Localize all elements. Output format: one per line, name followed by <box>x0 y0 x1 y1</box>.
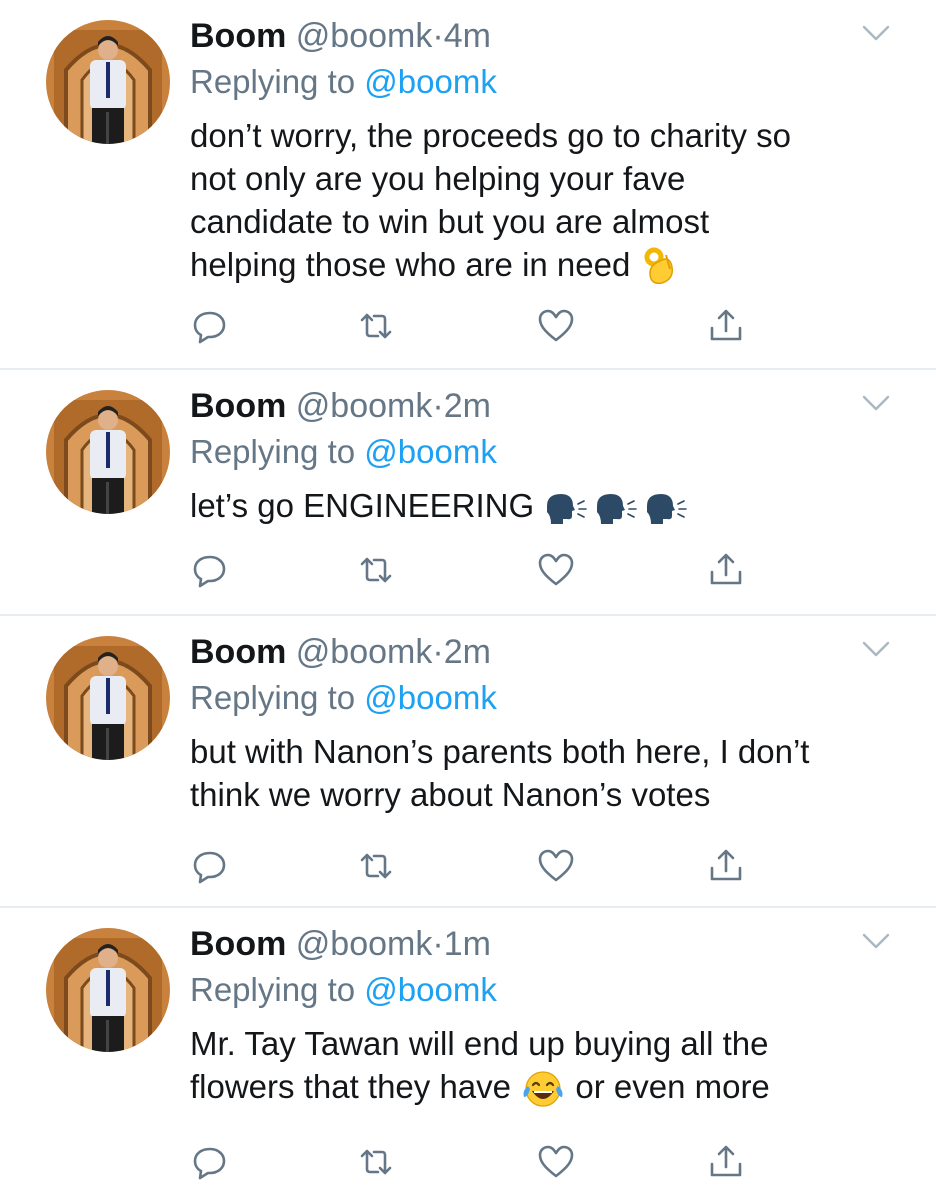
avatar[interactable] <box>46 390 170 514</box>
tweet-text-line: but with Nanon’s parents both here, I do… <box>190 733 810 770</box>
retweet-icon <box>360 313 392 339</box>
retweet-button[interactable] <box>356 306 396 346</box>
share-button[interactable] <box>706 1142 746 1182</box>
timestamp[interactable]: 4m <box>444 17 491 55</box>
like-button[interactable] <box>536 306 576 346</box>
retweet-icon <box>360 557 392 583</box>
tweet-text: but with Nanon’s parents both here, I do… <box>190 730 896 816</box>
retweet-button[interactable] <box>356 846 396 886</box>
replying-prefix: Replying to <box>190 679 356 716</box>
avatar[interactable] <box>46 20 170 144</box>
tweet-actions <box>190 550 750 590</box>
reply-icon <box>193 555 226 588</box>
separator-dot: · <box>432 925 444 963</box>
separator-dot: · <box>432 17 444 55</box>
tweet-text-line: helping those who are in need <box>190 243 896 287</box>
share-button[interactable] <box>706 550 746 590</box>
heart-icon <box>538 309 574 342</box>
reply-icon <box>193 1147 226 1180</box>
share-icon <box>710 1145 742 1177</box>
replying-prefix: Replying to <box>190 433 356 470</box>
mention-link[interactable]: @boomk <box>364 63 497 100</box>
like-button[interactable] <box>536 1142 576 1182</box>
display-name[interactable]: Boom <box>190 387 286 425</box>
tweet-text-line: flowers that they have or even more <box>190 1065 896 1109</box>
tweet-text-line: candidate to win but you are almost <box>190 203 710 240</box>
retweet-icon <box>360 853 392 879</box>
share-icon <box>710 553 742 585</box>
tweet-text: don’t worry, the proceeds go to charity … <box>190 114 896 287</box>
reply-button[interactable] <box>190 846 230 886</box>
reply-button[interactable] <box>190 306 230 346</box>
tweet[interactable]: Boom @boomk·2m Replying to @boomk but wi… <box>0 616 936 908</box>
reply-button[interactable] <box>190 550 230 590</box>
retweet-button[interactable] <box>356 550 396 590</box>
timestamp[interactable]: 1m <box>444 925 491 963</box>
share-icon <box>710 849 742 881</box>
timestamp[interactable]: 2m <box>444 387 491 425</box>
like-button[interactable] <box>536 846 576 886</box>
replying-prefix: Replying to <box>190 971 356 1008</box>
timestamp[interactable]: 2m <box>444 633 491 671</box>
tweet-header: Boom @boomk·2m <box>190 384 896 428</box>
tweet-text: Mr. Tay Tawan will end up buying all the… <box>190 1022 896 1109</box>
display-name[interactable]: Boom <box>190 633 286 671</box>
tweet[interactable]: Boom @boomk·4m Replying to @boomk don’t … <box>0 0 936 370</box>
ok-hand-emoji-icon <box>644 247 673 285</box>
share-icon <box>710 309 742 341</box>
share-button[interactable] <box>706 846 746 886</box>
avatar[interactable] <box>46 928 170 1052</box>
share-button[interactable] <box>706 306 746 346</box>
user-handle[interactable]: @boomk <box>296 387 433 425</box>
heart-icon <box>538 553 574 586</box>
user-handle[interactable]: @boomk <box>296 925 433 963</box>
avatar[interactable] <box>46 636 170 760</box>
user-handle[interactable]: @boomk <box>296 17 433 55</box>
tweet-text-line: not only are you helping your fave <box>190 160 686 197</box>
tweet-text: let’s go ENGINEERING <box>190 484 896 528</box>
tweet-header: Boom @boomk·1m <box>190 922 896 966</box>
retweet-icon <box>360 1149 392 1175</box>
replying-to: Replying to @boomk <box>190 968 896 1012</box>
heart-icon <box>538 1145 574 1178</box>
tears-of-joy-emoji-icon <box>523 1071 563 1107</box>
user-handle[interactable]: @boomk <box>296 633 433 671</box>
tweet-actions <box>190 306 750 346</box>
tweet-text-line: don’t worry, the proceeds go to charity … <box>190 117 792 154</box>
mention-link[interactable]: @boomk <box>364 433 497 470</box>
tweet-header: Boom @boomk·4m <box>190 14 896 58</box>
separator-dot: · <box>432 633 444 671</box>
heart-icon <box>538 849 574 882</box>
replying-prefix: Replying to <box>190 63 356 100</box>
tweet-header: Boom @boomk·2m <box>190 630 896 674</box>
speaking-head-emoji-icon <box>547 494 688 525</box>
tweet-actions <box>190 846 750 886</box>
replying-to: Replying to @boomk <box>190 60 896 104</box>
mention-link[interactable]: @boomk <box>364 679 497 716</box>
display-name[interactable]: Boom <box>190 17 286 55</box>
tweet-text-line: think we worry about Nanon’s votes <box>190 776 711 813</box>
replying-to: Replying to @boomk <box>190 676 896 720</box>
reply-icon <box>193 851 226 884</box>
like-button[interactable] <box>536 550 576 590</box>
retweet-button[interactable] <box>356 1142 396 1182</box>
tweet[interactable]: Boom @boomk·2m Replying to @boomk let’s … <box>0 370 936 616</box>
tweet-text-line: Mr. Tay Tawan will end up buying all the <box>190 1025 769 1062</box>
tweet[interactable]: Boom @boomk·1m Replying to @boomk Mr. Ta… <box>0 908 936 1200</box>
tweet-text-line: let’s go ENGINEERING <box>190 484 896 528</box>
display-name[interactable]: Boom <box>190 925 286 963</box>
tweet-actions <box>190 1142 750 1182</box>
reply-button[interactable] <box>190 1142 230 1182</box>
replying-to: Replying to @boomk <box>190 430 896 474</box>
mention-link[interactable]: @boomk <box>364 971 497 1008</box>
separator-dot: · <box>432 387 444 425</box>
reply-icon <box>193 311 226 344</box>
